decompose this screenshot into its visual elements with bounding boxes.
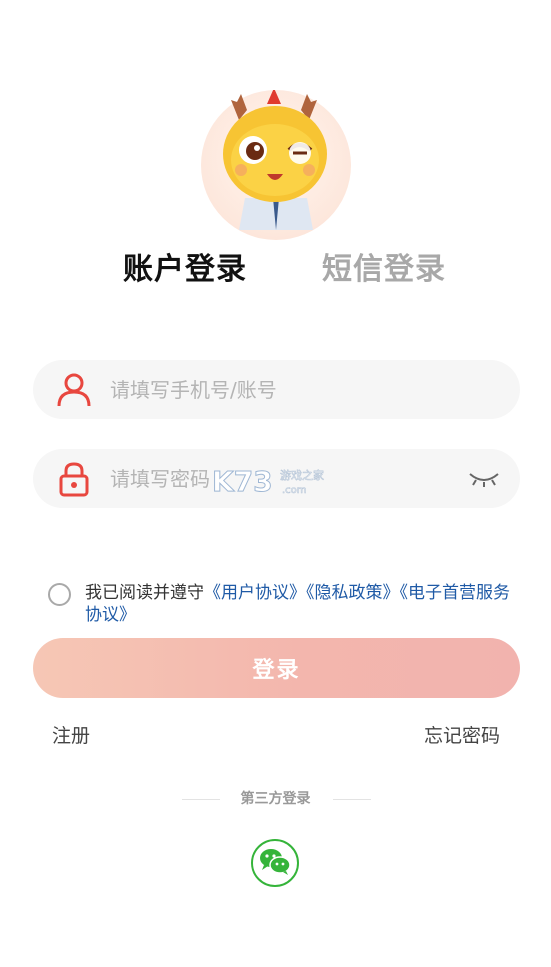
svg-text:.com: .com — [282, 485, 307, 496]
privacy-policy-link[interactable]: 《隐私政策》 — [306, 583, 400, 603]
forgot-password-link[interactable]: 忘记密码 — [424, 721, 500, 748]
tab-sms-login[interactable]: 短信登录 — [322, 244, 446, 288]
mascot-avatar — [201, 88, 351, 240]
svg-text:游戏之家: 游戏之家 — [280, 468, 324, 482]
eye-closed-icon[interactable] — [468, 469, 500, 489]
login-button[interactable]: 登录 — [33, 638, 520, 698]
phone-field[interactable] — [33, 360, 520, 419]
lock-icon — [55, 461, 93, 497]
svg-text:K73: K73 — [212, 465, 273, 498]
divider-line-right — [333, 799, 371, 800]
phone-input[interactable] — [108, 370, 472, 410]
third-party-divider: 第三方登录 — [0, 788, 551, 812]
agree-radio[interactable] — [48, 583, 71, 606]
tab-account-login[interactable]: 账户登录 — [123, 244, 247, 288]
wechat-login-button[interactable] — [251, 839, 299, 887]
login-tabs: 账户登录 短信登录 — [0, 244, 551, 288]
watermark-logo: K73 游戏之家 .com — [212, 463, 342, 499]
user-agreement-link[interactable]: 《用户协议》 — [204, 583, 306, 603]
third-party-label: 第三方登录 — [240, 791, 311, 807]
wechat-icon — [258, 846, 292, 880]
agreement-prefix: 我已阅读并遵守 — [85, 583, 204, 603]
register-link[interactable]: 注册 — [52, 721, 90, 748]
agreement-text: 我已阅读并遵守《用户协议》《隐私政策》《电子首营服务协议》 — [85, 582, 515, 626]
user-icon — [55, 372, 93, 408]
